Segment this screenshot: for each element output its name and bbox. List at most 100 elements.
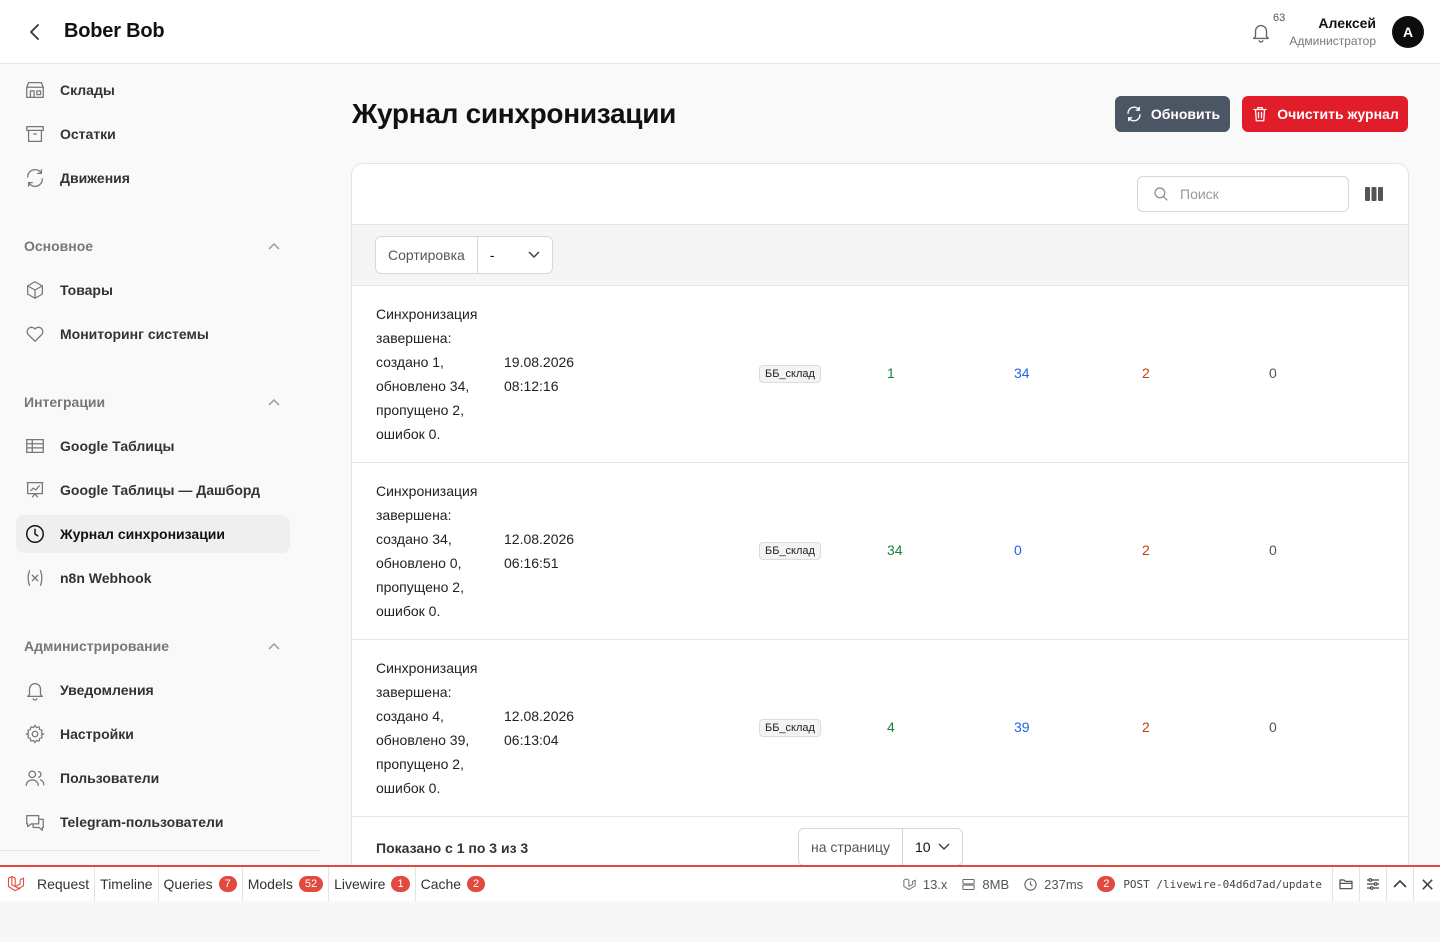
column-toggle-button[interactable] xyxy=(1364,186,1384,204)
debug-tab-queries[interactable]: Queries 7 xyxy=(159,867,243,901)
clear-log-button[interactable]: Очистить журнал xyxy=(1242,96,1408,132)
skipped-count: 2 xyxy=(1142,542,1150,558)
sidebar-item-monitoring[interactable]: Мониторинг системы xyxy=(16,315,290,353)
skipped-count: 2 xyxy=(1142,719,1150,735)
sidebar-item-label: Уведомления xyxy=(60,682,154,698)
debug-tab-request[interactable]: Request xyxy=(32,867,96,901)
clear-button-label: Очистить журнал xyxy=(1277,106,1399,122)
page-title: Журнал синхронизации xyxy=(352,98,677,129)
clock-icon xyxy=(24,523,46,545)
back-button[interactable] xyxy=(24,21,46,43)
errors-count: 0 xyxy=(1269,365,1277,381)
settings-button[interactable] xyxy=(1359,867,1386,901)
sort-select[interactable]: - xyxy=(478,237,552,273)
debug-tab-livewire[interactable]: Livewire 1 xyxy=(329,867,416,901)
table-row[interactable]: Синхронизация завершена: создано 34, обн… xyxy=(352,463,1408,640)
per-page-label: на страницу xyxy=(799,829,903,865)
debug-tab-models[interactable]: Models 52 xyxy=(243,867,330,901)
variable-icon xyxy=(24,567,46,589)
maximize-button[interactable] xyxy=(1386,867,1413,901)
sidebar: Склады Остатки Движения Основное Товары … xyxy=(0,65,320,865)
table-row[interactable]: Синхронизация завершена: создано 1, обно… xyxy=(352,286,1408,463)
row-date: 19.08.2026 xyxy=(504,354,575,370)
search-box[interactable] xyxy=(1137,176,1349,212)
debug-tab-label: Queries xyxy=(163,876,213,892)
sidebar-item-label: n8n Webhook xyxy=(60,570,152,586)
sidebar-item-stock[interactable]: Остатки xyxy=(16,115,290,153)
server-icon xyxy=(962,878,976,890)
users-icon xyxy=(24,767,46,789)
warehouse-icon xyxy=(24,79,46,101)
sidebar-item-products[interactable]: Товары xyxy=(16,271,290,309)
sidebar-item-warehouses[interactable]: Склады xyxy=(16,71,290,109)
heart-icon xyxy=(24,323,46,345)
memory-usage: 8MB xyxy=(961,877,1009,892)
search-input[interactable] xyxy=(1180,186,1340,202)
chevron-up-icon xyxy=(1393,879,1407,888)
bell-icon xyxy=(1252,24,1270,43)
sort-label: Сортировка xyxy=(376,237,478,273)
refresh-button[interactable]: Обновить xyxy=(1115,96,1230,132)
row-datetime: 12.08.2026 06:16:51 xyxy=(504,527,594,575)
chevron-left-icon xyxy=(30,24,39,40)
sidebar-item-sync-log[interactable]: Журнал синхронизации xyxy=(16,515,290,553)
debug-tab-label: Models xyxy=(247,876,293,892)
laravel-version: 13.x xyxy=(902,876,948,892)
sync-log-table-card: Сортировка - Синхронизация завершена: со… xyxy=(351,163,1409,883)
debug-tab-timeline[interactable]: Timeline xyxy=(95,867,159,901)
debug-tab-cache[interactable]: Cache 2 xyxy=(416,867,491,901)
chevron-up-icon xyxy=(268,242,280,250)
avatar[interactable]: A xyxy=(1392,16,1424,48)
sidebar-item-google-sheets[interactable]: Google Таблицы xyxy=(16,427,290,465)
sliders-icon xyxy=(1367,878,1379,890)
group-admin-header[interactable]: Администрирование xyxy=(24,635,280,657)
brand-title[interactable]: Bober Bob xyxy=(64,20,165,43)
user-info[interactable]: Алексей Администратор xyxy=(1289,15,1376,48)
warehouse-badge: ББ_склад xyxy=(759,365,821,383)
warehouse-badge: ББ_склад xyxy=(759,542,821,560)
debug-count-badge: 1 xyxy=(391,876,410,892)
folder-icon xyxy=(1339,879,1353,890)
sidebar-item-google-dashboard[interactable]: Google Таблицы — Дашборд xyxy=(16,471,290,509)
sidebar-item-notifications[interactable]: Уведомления xyxy=(16,671,290,709)
updated-count: 39 xyxy=(1014,719,1030,735)
sidebar-item-telegram-users[interactable]: Telegram-пользователи xyxy=(16,803,290,841)
table-row[interactable]: Синхронизация завершена: создано 4, обно… xyxy=(352,640,1408,817)
errors-count: 0 xyxy=(1269,542,1277,558)
table-toolbar xyxy=(352,164,1408,225)
row-message: Синхронизация завершена: создано 34, обн… xyxy=(376,483,478,619)
sidebar-item-label: Мониторинг системы xyxy=(60,326,209,342)
open-folder-button[interactable] xyxy=(1332,867,1359,901)
sidebar-item-label: Telegram-пользователи xyxy=(60,814,224,830)
debug-bar: Request Timeline Queries 7 Models 52 Livew… xyxy=(0,865,1440,901)
sidebar-item-label: Товары xyxy=(60,282,113,298)
group-integrations-header[interactable]: Интеграции xyxy=(24,391,280,413)
version-value: 13.x xyxy=(922,876,948,892)
row-message: Синхронизация завершена: создано 1, обно… xyxy=(376,306,478,442)
sidebar-item-users[interactable]: Пользователи xyxy=(16,759,290,797)
refresh-button-label: Обновить xyxy=(1150,106,1221,122)
created-count: 4 xyxy=(887,719,895,735)
row-date: 12.08.2026 xyxy=(504,531,575,547)
cube-icon xyxy=(24,279,46,301)
laravel-icon xyxy=(903,877,916,890)
sidebar-item-movements[interactable]: Движения xyxy=(16,159,290,197)
refresh-icon xyxy=(1127,106,1141,122)
close-icon xyxy=(1421,878,1433,890)
gear-icon xyxy=(24,723,46,745)
debug-stats: 13.x 8MB 237ms 2 POST /livewire-04d6d7ad… xyxy=(902,867,1440,901)
group-main-header[interactable]: Основное xyxy=(24,235,280,257)
row-message: Синхронизация завершена: создано 4, обно… xyxy=(376,660,478,796)
sidebar-divider xyxy=(0,850,320,851)
per-page-select[interactable]: 10 xyxy=(903,829,962,865)
updated-count: 0 xyxy=(1014,542,1022,558)
bell-icon xyxy=(24,679,46,701)
laravel-logo-icon[interactable] xyxy=(0,867,32,901)
close-debugbar-button[interactable] xyxy=(1413,867,1440,901)
duration-value: 237ms xyxy=(1044,876,1084,892)
sidebar-item-settings[interactable]: Настройки xyxy=(16,715,290,753)
notifications-button[interactable] xyxy=(1250,21,1274,45)
sidebar-item-n8n-webhook[interactable]: n8n Webhook xyxy=(16,559,290,597)
sidebar-item-label: Пользователи xyxy=(60,770,160,786)
request-selector[interactable]: 2 POST /livewire-04d6d7ad/update xyxy=(1097,876,1322,892)
